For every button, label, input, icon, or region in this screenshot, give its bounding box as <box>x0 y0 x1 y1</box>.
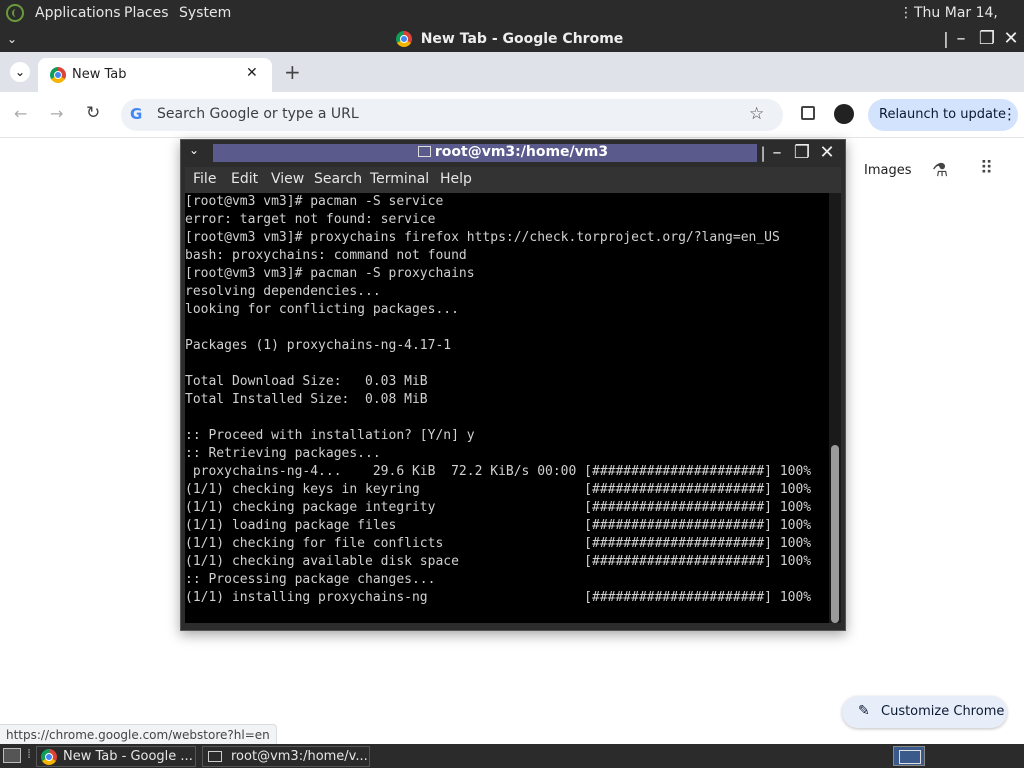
taskbar-handle: ⁞ <box>27 747 32 762</box>
terminal-line: :: Processing package changes... <box>185 572 436 587</box>
terminal-line: error: target not found: service <box>185 212 436 227</box>
terminal-line: (1/1) checking available disk space [###… <box>185 554 812 569</box>
bookmark-star-icon[interactable]: ☆ <box>749 104 764 124</box>
terminal-menubar: File Edit View Search Terminal Help <box>185 167 841 193</box>
terminal-line: :: Retrieving packages... <box>185 446 381 461</box>
workspace-switcher[interactable] <box>893 746 925 766</box>
menu-system[interactable]: System <box>179 0 231 26</box>
terminal-line: Total Download Size: 0.03 MiB <box>185 374 428 389</box>
minimize-icon[interactable]: – <box>951 29 971 49</box>
taskbar-item-chrome[interactable]: New Tab - Google ... <box>36 746 196 767</box>
taskbar-item-label: root@vm3:/home/v... <box>231 749 368 764</box>
terminal-scrollbar-thumb[interactable] <box>831 445 839 623</box>
new-tab-plus-icon[interactable]: + <box>284 60 301 84</box>
reload-icon[interactable]: ↻ <box>86 103 100 123</box>
profile-avatar-icon[interactable] <box>834 104 854 124</box>
terminal-line: proxychains-ng-4... 29.6 KiB 72.2 KiB/s … <box>185 464 812 479</box>
terminal-line: bash: proxychains: command not found <box>185 248 467 263</box>
omnibox-placeholder: Search Google or type a URL <box>157 106 359 122</box>
terminal-titlebar[interactable]: ⌄ root@vm3:/home/vm3 | – ❐ ✕ <box>181 140 845 166</box>
chrome-favicon-icon <box>50 67 66 83</box>
terminal-line: :: Proceed with installation? [Y/n] y <box>185 428 475 443</box>
panel-kebab-icon[interactable]: ⋮ <box>899 0 913 26</box>
menu-view[interactable]: View <box>271 171 304 187</box>
menu-places[interactable]: Places <box>124 0 169 26</box>
menu-applications[interactable]: Applications <box>35 0 121 26</box>
images-link[interactable]: Images <box>864 163 912 178</box>
chrome-task-icon <box>41 749 57 765</box>
side-panel-icon[interactable] <box>801 106 815 120</box>
terminal-title: root@vm3:/home/vm3 <box>181 144 845 160</box>
pencil-icon: ✎ <box>858 703 870 719</box>
terminal-line: Total Installed Size: 0.08 MiB <box>185 392 428 407</box>
omnibox[interactable]: G Search Google or type a URL ☆ <box>121 99 783 131</box>
customize-chrome-button[interactable]: ✎ Customize Chrome <box>842 696 1007 728</box>
terminal-line: [root@vm3 vm3]# proxychains firefox http… <box>185 230 780 245</box>
status-bubble-url: https://chrome.google.com/webstore?hl=en <box>0 724 277 744</box>
terminal-line: (1/1) checking for file conflicts [#####… <box>185 536 812 551</box>
taskbar-item-terminal[interactable]: root@vm3:/home/v... <box>202 746 370 767</box>
terminal-line: [root@vm3 vm3]# pacman -S service <box>185 194 444 209</box>
tab-close-icon[interactable]: ✕ <box>246 65 258 81</box>
chrome-menu-kebab-icon[interactable]: ⋮ <box>1002 105 1017 123</box>
menu-file[interactable]: File <box>193 171 216 187</box>
bottom-taskbar: ⁞ New Tab - Google ... root@vm3:/home/v.… <box>0 744 1024 768</box>
terminal-maximize-icon[interactable]: ❐ <box>792 143 812 163</box>
terminal-line: resolving dependencies... <box>185 284 381 299</box>
top-panel: Applications Places System ⋮ Thu Mar 14,… <box>0 0 1024 47</box>
show-desktop-icon[interactable] <box>3 748 21 763</box>
labs-flask-icon[interactable]: ⚗ <box>932 160 948 181</box>
tab-strip: ⌄ New Tab ✕ + <box>0 52 1024 92</box>
terminal-line: [root@vm3 vm3]# pacman -S proxychains <box>185 266 475 281</box>
terminal-window[interactable]: ⌄ root@vm3:/home/vm3 | – ❐ ✕ File Edit V… <box>180 139 846 631</box>
chrome-window-titlebar[interactable]: ⌄ New Tab - Google Chrome | – ❐ ✕ <box>0 26 1024 52</box>
terminal-close-icon[interactable]: ✕ <box>817 143 837 163</box>
relaunch-label: Relaunch to update <box>879 107 1007 122</box>
terminal-minimize-icon[interactable]: – <box>767 143 787 163</box>
customize-label: Customize Chrome <box>881 704 1005 719</box>
tab-search-chevron-icon[interactable]: ⌄ <box>10 62 30 82</box>
terminal-icon <box>417 146 431 157</box>
tab-new-tab[interactable]: New Tab ✕ <box>38 58 272 92</box>
menu-terminal[interactable]: Terminal <box>370 171 429 187</box>
terminal-task-icon <box>208 751 222 762</box>
terminal-line: Packages (1) proxychains-ng-4.17-1 <box>185 338 452 353</box>
menu-search[interactable]: Search <box>314 171 362 187</box>
maximize-icon[interactable]: ❐ <box>977 29 997 49</box>
taskbar-item-label: New Tab - Google ... <box>63 749 193 764</box>
chrome-logo-icon <box>396 31 412 47</box>
distro-logo-icon[interactable] <box>6 4 24 22</box>
close-icon[interactable]: ✕ <box>1001 29 1021 49</box>
terminal-line: (1/1) checking keys in keyring [########… <box>185 482 812 497</box>
terminal-line: looking for conflicting packages... <box>185 302 459 317</box>
terminal-output[interactable]: [root@vm3 vm3]# pacman -S service error: … <box>185 193 829 623</box>
terminal-line: (1/1) checking package integrity [######… <box>185 500 812 515</box>
google-g-icon: G <box>130 105 143 123</box>
back-arrow-icon[interactable]: ← <box>14 104 27 123</box>
clock[interactable]: Thu Mar 14, 19:24 <box>914 0 1024 47</box>
terminal-line: (1/1) installing proxychains-ng [#######… <box>185 590 812 605</box>
forward-arrow-icon[interactable]: → <box>50 104 63 123</box>
terminal-line: (1/1) loading package files [###########… <box>185 518 812 533</box>
chrome-toolbar: ← → ↻ G Search Google or type a URL ☆ Re… <box>0 92 1024 138</box>
relaunch-button[interactable]: Relaunch to update ⋮ <box>868 99 1018 131</box>
menu-edit[interactable]: Edit <box>231 171 258 187</box>
tab-title: New Tab <box>72 67 127 82</box>
window-title: New Tab - Google Chrome <box>0 26 1024 52</box>
apps-grid-icon[interactable]: ⠿ <box>980 158 993 179</box>
menu-help[interactable]: Help <box>440 171 472 187</box>
